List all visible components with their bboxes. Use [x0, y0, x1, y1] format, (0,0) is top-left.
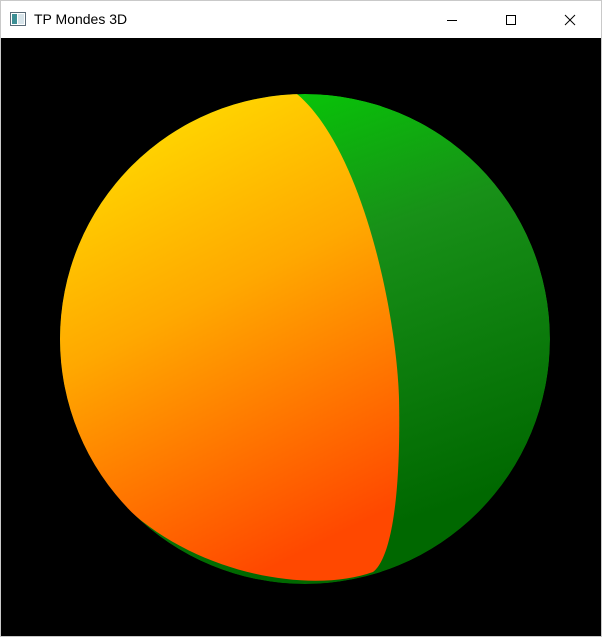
close-icon [564, 14, 576, 26]
close-button[interactable] [547, 1, 593, 38]
sphere [60, 94, 550, 584]
maximize-icon [505, 14, 517, 26]
window-title: TP Mondes 3D [34, 11, 128, 27]
rendered-scene [60, 94, 550, 584]
application-window-icon [10, 11, 26, 27]
maximize-button[interactable] [488, 1, 534, 38]
app-window: TP Mondes 3D [0, 0, 602, 637]
title-bar[interactable]: TP Mondes 3D [1, 1, 601, 38]
minimize-button[interactable] [429, 1, 475, 38]
minimize-icon [446, 14, 458, 26]
opengl-viewport[interactable] [1, 38, 601, 636]
